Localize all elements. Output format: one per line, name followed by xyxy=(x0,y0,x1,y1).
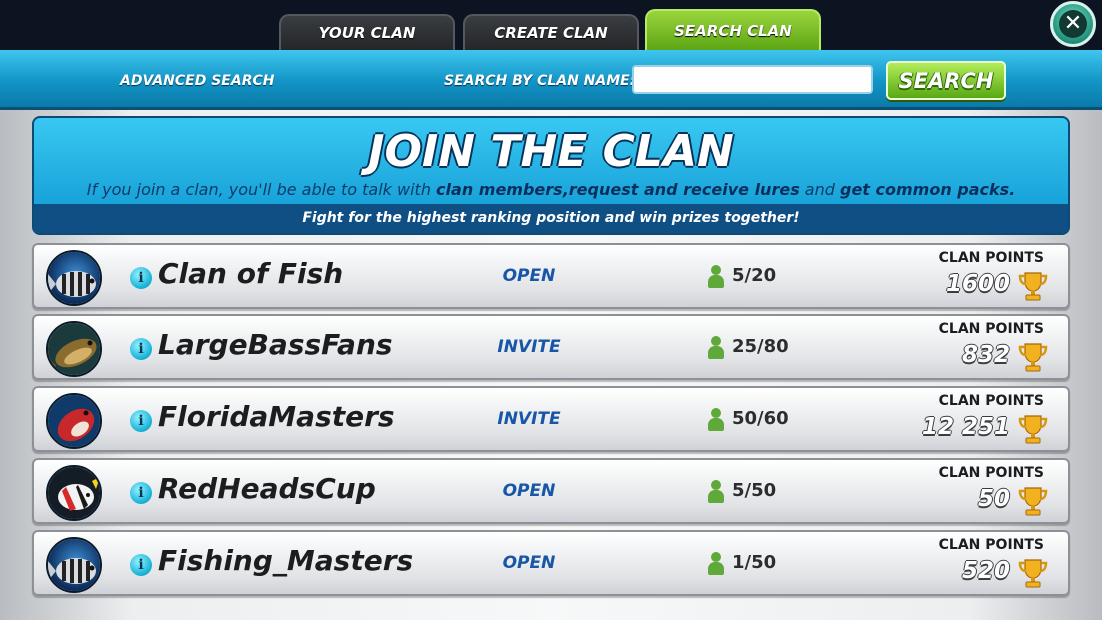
clan-row[interactable]: i RedHeadsCup OPEN 5/50 CLAN POINTS 50 xyxy=(32,458,1070,524)
clan-avatar xyxy=(46,537,102,593)
clan-members-count: 50/60 xyxy=(732,408,789,429)
trophy-icon xyxy=(1016,269,1050,303)
member-icon xyxy=(708,408,724,432)
info-icon[interactable]: i xyxy=(130,482,152,504)
clan-avatar xyxy=(46,465,102,521)
banner-desc-bold-1: clan members,request and receive lures xyxy=(436,180,800,199)
clan-row[interactable]: i LargeBassFans INVITE 25/80 CLAN POINTS 832 xyxy=(32,314,1070,380)
clan-avatar xyxy=(46,393,102,449)
info-icon[interactable]: i xyxy=(130,267,152,289)
tab-create-clan[interactable]: CREATE CLAN xyxy=(463,14,639,50)
join-clan-banner: JOIN THE CLAN If you join a clan, you'll… xyxy=(32,116,1070,235)
clan-points-label: CLAN POINTS xyxy=(938,393,1044,409)
member-icon xyxy=(708,265,724,289)
clan-members-count: 1/50 xyxy=(732,552,777,573)
banner-desc-part-2: and xyxy=(799,180,840,199)
banner-title: JOIN THE CLAN xyxy=(368,126,734,177)
search-button[interactable]: SEARCH xyxy=(886,61,1006,100)
tab-your-clan[interactable]: YOUR CLAN xyxy=(279,14,455,50)
clan-name: LargeBassFans xyxy=(158,328,393,361)
close-x-icon: ✕ xyxy=(1059,10,1087,38)
member-icon xyxy=(708,336,724,360)
clan-members-count: 5/20 xyxy=(732,265,777,286)
clan-avatar xyxy=(46,250,102,306)
clan-members-count: 5/50 xyxy=(732,480,777,501)
tab-search-clan[interactable]: SEARCH CLAN xyxy=(645,9,821,50)
trophy-icon xyxy=(1016,340,1050,374)
clan-points-label: CLAN POINTS xyxy=(938,250,1044,266)
clan-row[interactable]: i FloridaMasters INVITE 50/60 CLAN POINTS 12 … xyxy=(32,386,1070,452)
banner-description: If you join a clan, you'll be able to ta… xyxy=(34,180,1068,199)
member-icon xyxy=(708,480,724,504)
clan-row[interactable]: i Clan of Fish OPEN 5/20 CLAN POINTS 1600 xyxy=(32,243,1070,309)
trophy-icon xyxy=(1016,484,1050,518)
trophy-icon xyxy=(1016,556,1050,590)
banner-desc-bold-2: get common packs. xyxy=(840,180,1016,199)
clan-points-value: 1600 xyxy=(945,271,1010,297)
search-by-name-label: SEARCH BY CLAN NAME: xyxy=(444,73,636,89)
clan-name: FloridaMasters xyxy=(158,400,395,433)
clan-points-label: CLAN POINTS xyxy=(938,465,1044,481)
close-button[interactable]: ✕ xyxy=(1050,1,1096,47)
banner-footer: Fight for the highest ranking position a… xyxy=(34,204,1068,233)
clan-status: OPEN xyxy=(502,481,556,501)
info-icon[interactable]: i xyxy=(130,554,152,576)
clan-members-count: 25/80 xyxy=(732,336,789,357)
clan-name-search-input[interactable] xyxy=(632,65,873,94)
clan-points-value: 12 251 xyxy=(921,414,1010,440)
clan-name: Fishing_Masters xyxy=(158,544,414,577)
clan-row[interactable]: i Fishing_Masters OPEN 1/50 CLAN POINTS 520 xyxy=(32,530,1070,596)
trophy-icon xyxy=(1016,412,1050,446)
clan-points-label: CLAN POINTS xyxy=(938,537,1044,553)
clan-status: OPEN xyxy=(502,266,556,286)
clan-status: INVITE xyxy=(497,409,561,429)
clan-status: INVITE xyxy=(497,337,561,357)
clan-avatar xyxy=(46,321,102,377)
banner-desc-part-1: If you join a clan, you'll be able to ta… xyxy=(86,180,437,199)
clan-name: RedHeadsCup xyxy=(158,472,376,505)
advanced-search-link[interactable]: ADVANCED SEARCH xyxy=(120,73,274,89)
clan-points-value: 832 xyxy=(961,342,1010,368)
info-icon[interactable]: i xyxy=(130,410,152,432)
member-icon xyxy=(708,552,724,576)
info-icon[interactable]: i xyxy=(130,338,152,360)
clan-status: OPEN xyxy=(502,553,556,573)
clan-points-value: 520 xyxy=(961,558,1010,584)
clan-points-value: 50 xyxy=(977,486,1010,512)
clan-name: Clan of Fish xyxy=(158,257,344,290)
clan-points-label: CLAN POINTS xyxy=(938,321,1044,337)
